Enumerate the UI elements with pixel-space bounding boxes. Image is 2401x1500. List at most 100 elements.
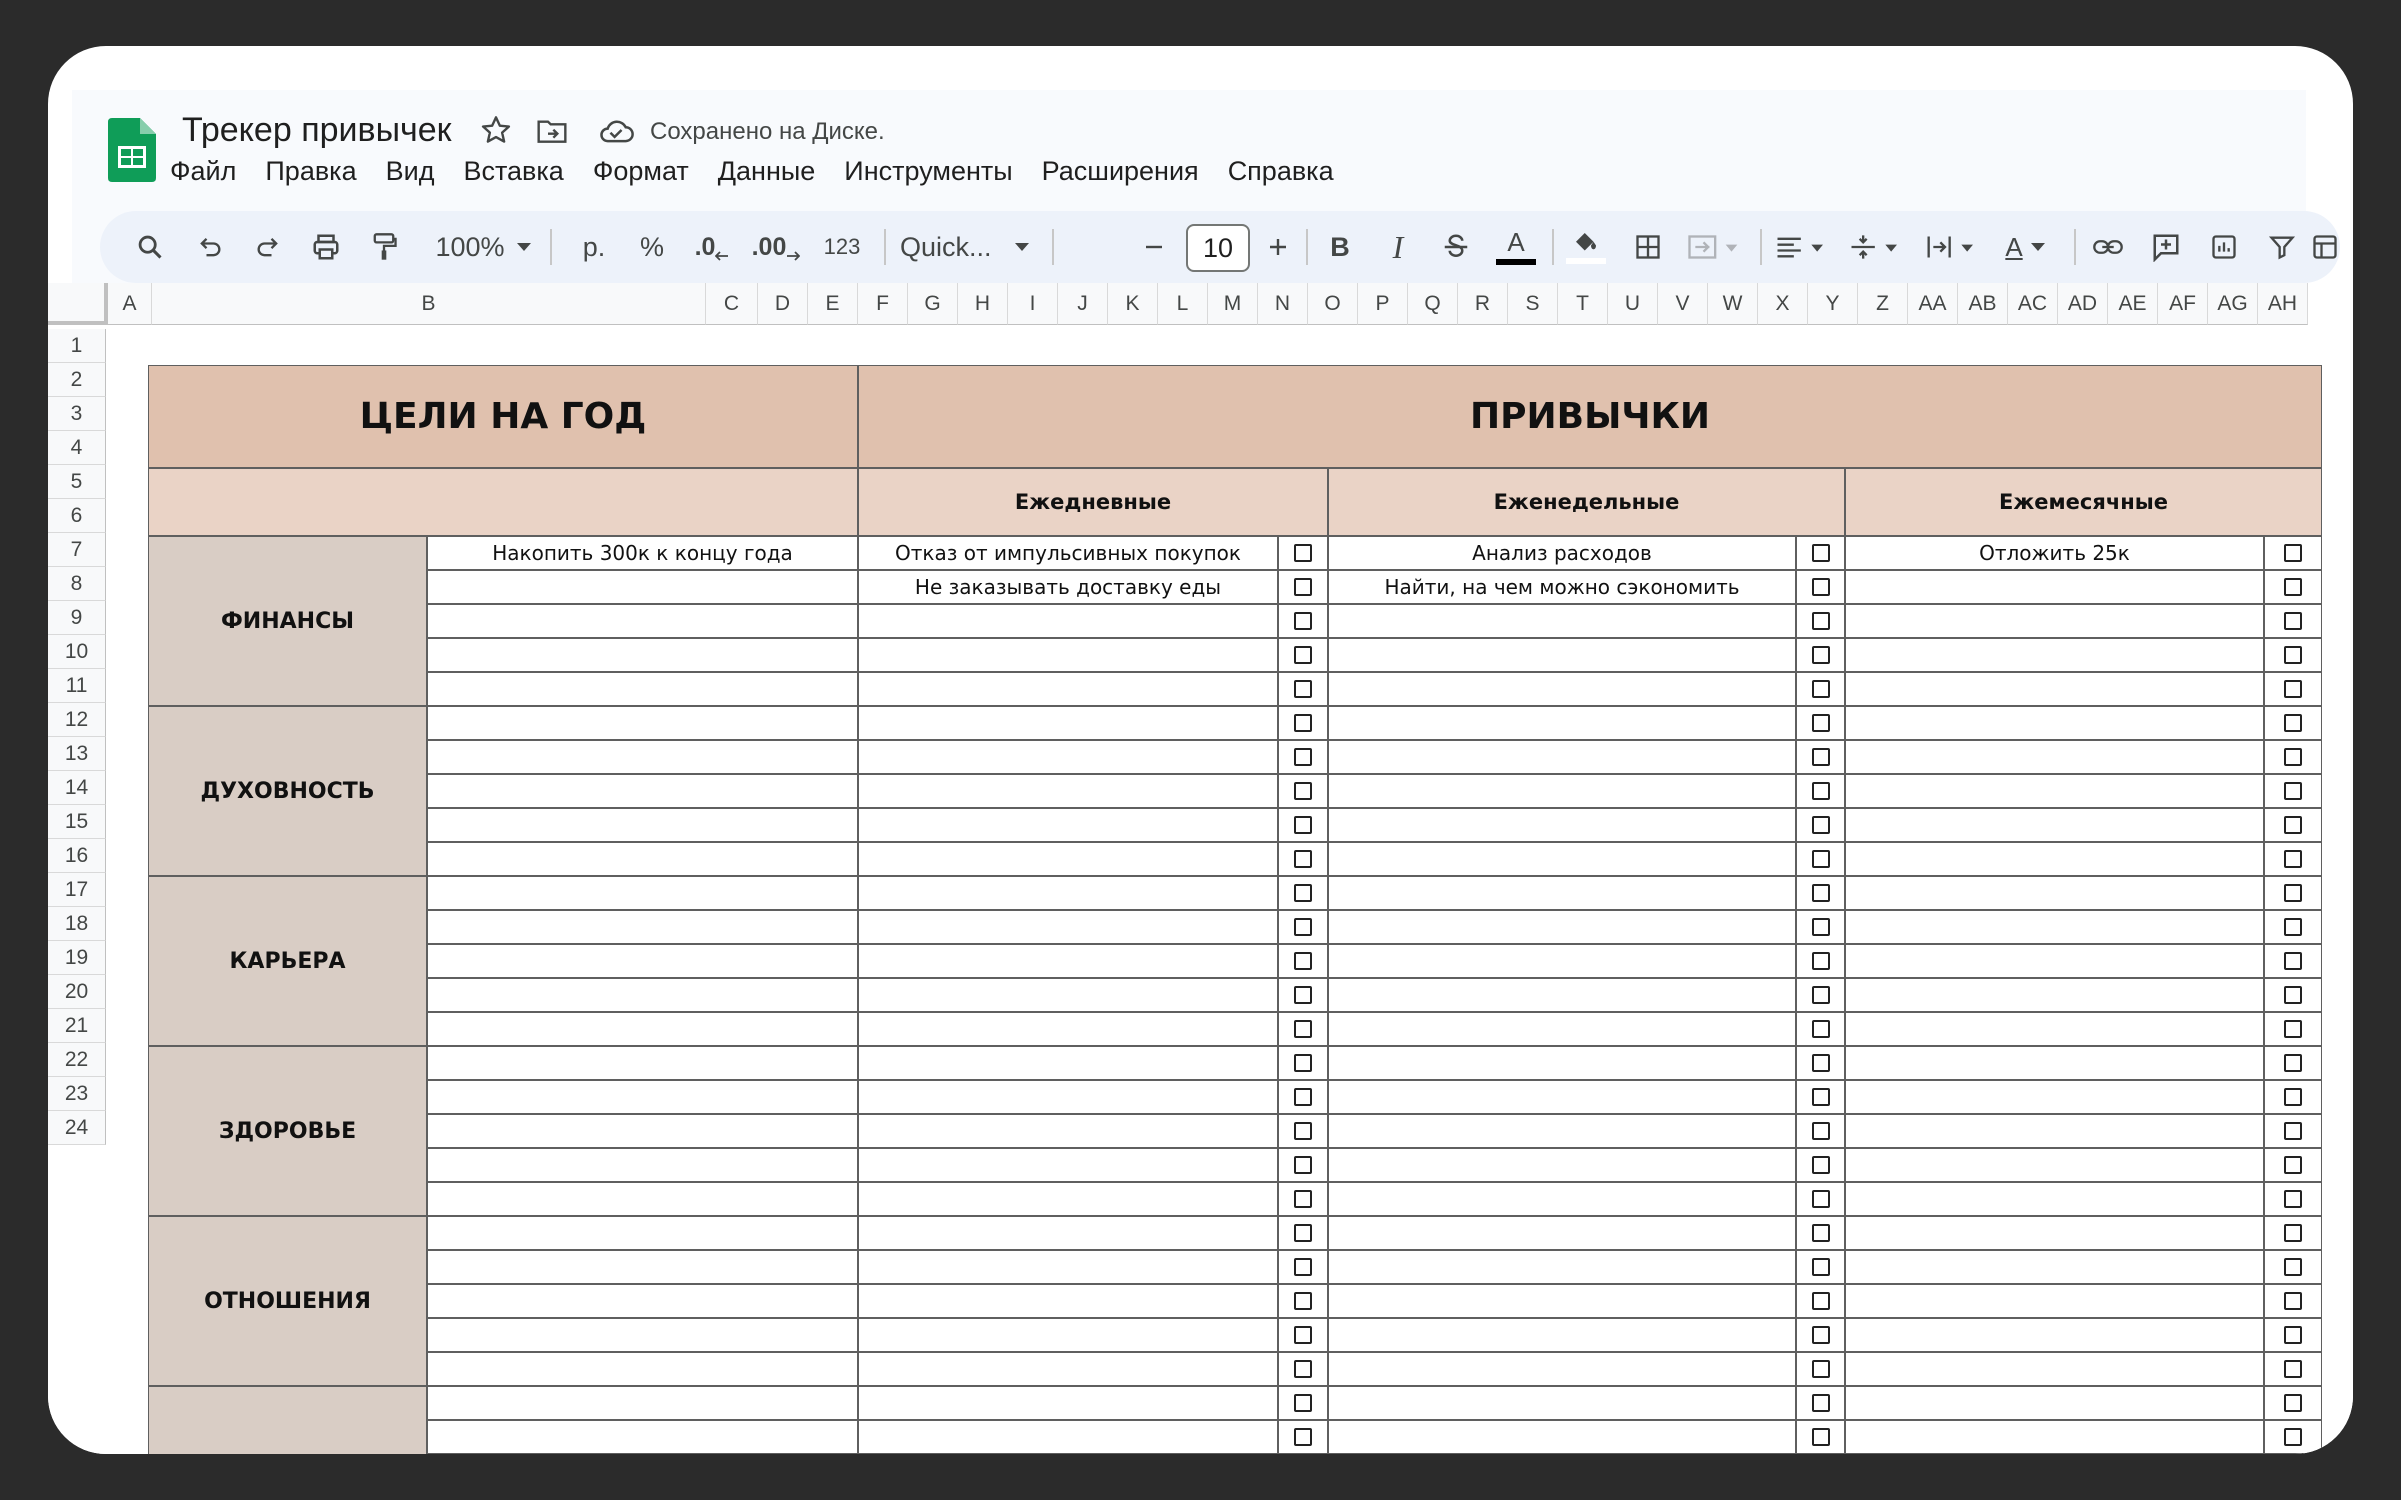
daily-habit-cell[interactable] xyxy=(858,740,1278,774)
weekly-habit-cell[interactable] xyxy=(1328,672,1796,706)
row-header[interactable]: 22 xyxy=(48,1043,106,1077)
menu-extensions[interactable]: Расширения xyxy=(1042,156,1199,187)
habit-checkbox[interactable] xyxy=(1294,1190,1312,1208)
weekly-habit-cell[interactable] xyxy=(1328,1216,1796,1250)
habit-checkbox[interactable] xyxy=(1811,986,1830,1004)
text-wrapping-icon[interactable] xyxy=(1922,211,1982,283)
habit-checkbox[interactable] xyxy=(2284,1292,2302,1310)
weekly-habit-cell[interactable]: Найти, на чем можно сэкономить xyxy=(1328,570,1796,604)
habit-checkbox[interactable] xyxy=(1294,782,1312,800)
weekly-checkbox-cell[interactable] xyxy=(1796,604,1845,638)
column-header[interactable]: W xyxy=(1708,283,1758,325)
monthly-checkbox-cell[interactable] xyxy=(2264,842,2322,876)
decrease-decimal-button[interactable]: .0 xyxy=(688,211,736,283)
habit-checkbox[interactable] xyxy=(2284,1258,2302,1276)
column-header[interactable]: AH xyxy=(2258,283,2308,325)
monthly-checkbox-cell[interactable] xyxy=(2264,706,2322,740)
monthly-checkbox-cell[interactable] xyxy=(2264,1352,2322,1386)
row-header[interactable]: 21 xyxy=(48,1009,106,1043)
monthly-habit-cell[interactable] xyxy=(1845,1114,2264,1148)
monthly-habit-cell[interactable] xyxy=(1845,876,2264,910)
monthly-habit-cell[interactable] xyxy=(1845,1216,2264,1250)
monthly-checkbox-cell[interactable] xyxy=(2264,1182,2322,1216)
daily-checkbox-cell[interactable] xyxy=(1278,1420,1328,1454)
monthly-checkbox-cell[interactable] xyxy=(2264,1216,2322,1250)
goal-cell[interactable] xyxy=(427,1012,858,1046)
monthly-checkbox-cell[interactable] xyxy=(2264,536,2322,570)
habit-checkbox[interactable] xyxy=(1294,986,1312,1004)
row-header[interactable]: 11 xyxy=(48,669,106,703)
weekly-checkbox-cell[interactable] xyxy=(1796,1318,1845,1352)
weekly-checkbox-cell[interactable] xyxy=(1796,1386,1845,1420)
daily-checkbox-cell[interactable] xyxy=(1278,604,1328,638)
weekly-habit-cell[interactable] xyxy=(1328,910,1796,944)
weekly-checkbox-cell[interactable] xyxy=(1796,536,1845,570)
goal-cell[interactable] xyxy=(427,706,858,740)
habit-checkbox[interactable] xyxy=(1294,714,1312,732)
category-cell[interactable]: ОТНОШЕНИЯ xyxy=(148,1216,427,1386)
fill-color-button[interactable] xyxy=(1564,211,1608,283)
goal-cell[interactable] xyxy=(427,604,858,638)
zoom-dropdown-icon[interactable] xyxy=(512,211,536,283)
daily-checkbox-cell[interactable] xyxy=(1278,638,1328,672)
habit-checkbox[interactable] xyxy=(2284,1156,2302,1174)
monthly-checkbox-cell[interactable] xyxy=(2264,876,2322,910)
row-header[interactable]: 12 xyxy=(48,703,106,737)
weekly-checkbox-cell[interactable] xyxy=(1796,842,1845,876)
goal-cell[interactable] xyxy=(427,1318,858,1352)
monthly-habit-cell[interactable] xyxy=(1845,672,2264,706)
habit-checkbox[interactable] xyxy=(2284,1428,2302,1446)
habit-checkbox[interactable] xyxy=(1294,1394,1312,1412)
row-header[interactable]: 15 xyxy=(48,805,106,839)
daily-habit-cell[interactable] xyxy=(858,808,1278,842)
monthly-checkbox-cell[interactable] xyxy=(2264,740,2322,774)
daily-checkbox-cell[interactable] xyxy=(1278,978,1328,1012)
weekly-habit-cell[interactable] xyxy=(1328,604,1796,638)
habit-checkbox[interactable] xyxy=(2284,1224,2302,1242)
weekly-checkbox-cell[interactable] xyxy=(1796,1216,1845,1250)
daily-habit-cell[interactable] xyxy=(858,1182,1278,1216)
monthly-habit-cell[interactable] xyxy=(1845,1386,2264,1420)
row-header[interactable]: 1 xyxy=(48,329,106,363)
goal-cell[interactable] xyxy=(427,808,858,842)
monthly-habit-cell[interactable] xyxy=(1845,944,2264,978)
search-icon[interactable] xyxy=(130,211,170,283)
daily-habit-cell[interactable] xyxy=(858,604,1278,638)
row-header[interactable]: 5 xyxy=(48,465,106,499)
monthly-checkbox-cell[interactable] xyxy=(2264,638,2322,672)
number-format-button[interactable]: 123 xyxy=(816,211,868,283)
habit-checkbox[interactable] xyxy=(1811,1428,1830,1446)
habit-checkbox[interactable] xyxy=(1294,1020,1312,1038)
monthly-habit-cell[interactable]: Отложить 25к xyxy=(1845,536,2264,570)
column-header[interactable]: AC xyxy=(2008,283,2058,325)
row-header[interactable]: 2 xyxy=(48,363,106,397)
column-header[interactable]: C xyxy=(706,283,758,325)
monthly-checkbox-cell[interactable] xyxy=(2264,910,2322,944)
goal-cell[interactable] xyxy=(427,1352,858,1386)
daily-habit-cell[interactable] xyxy=(858,842,1278,876)
habit-checkbox[interactable] xyxy=(1811,1394,1830,1412)
daily-checkbox-cell[interactable] xyxy=(1278,1386,1328,1420)
row-header[interactable]: 14 xyxy=(48,771,106,805)
goal-cell[interactable] xyxy=(427,1148,858,1182)
weekly-habit-cell[interactable] xyxy=(1328,1012,1796,1046)
monthly-habit-cell[interactable] xyxy=(1845,1182,2264,1216)
column-header[interactable]: T xyxy=(1558,283,1608,325)
monthly-checkbox-cell[interactable] xyxy=(2264,1318,2322,1352)
row-header[interactable]: 10 xyxy=(48,635,106,669)
weekly-checkbox-cell[interactable] xyxy=(1796,1352,1845,1386)
menu-format[interactable]: Формат xyxy=(593,156,689,187)
goal-cell[interactable] xyxy=(427,1114,858,1148)
weekly-checkbox-cell[interactable] xyxy=(1796,876,1845,910)
monthly-checkbox-cell[interactable] xyxy=(2264,944,2322,978)
habit-checkbox[interactable] xyxy=(2284,850,2302,868)
goal-cell[interactable] xyxy=(427,944,858,978)
habit-checkbox[interactable] xyxy=(1294,544,1312,562)
monthly-checkbox-cell[interactable] xyxy=(2264,1420,2322,1454)
monthly-habit-cell[interactable] xyxy=(1845,1250,2264,1284)
habit-checkbox[interactable] xyxy=(1811,1224,1830,1242)
habit-checkbox[interactable] xyxy=(2284,578,2302,596)
habit-checkbox[interactable] xyxy=(2284,1020,2302,1038)
goal-cell[interactable] xyxy=(427,740,858,774)
column-header[interactable]: X xyxy=(1758,283,1808,325)
